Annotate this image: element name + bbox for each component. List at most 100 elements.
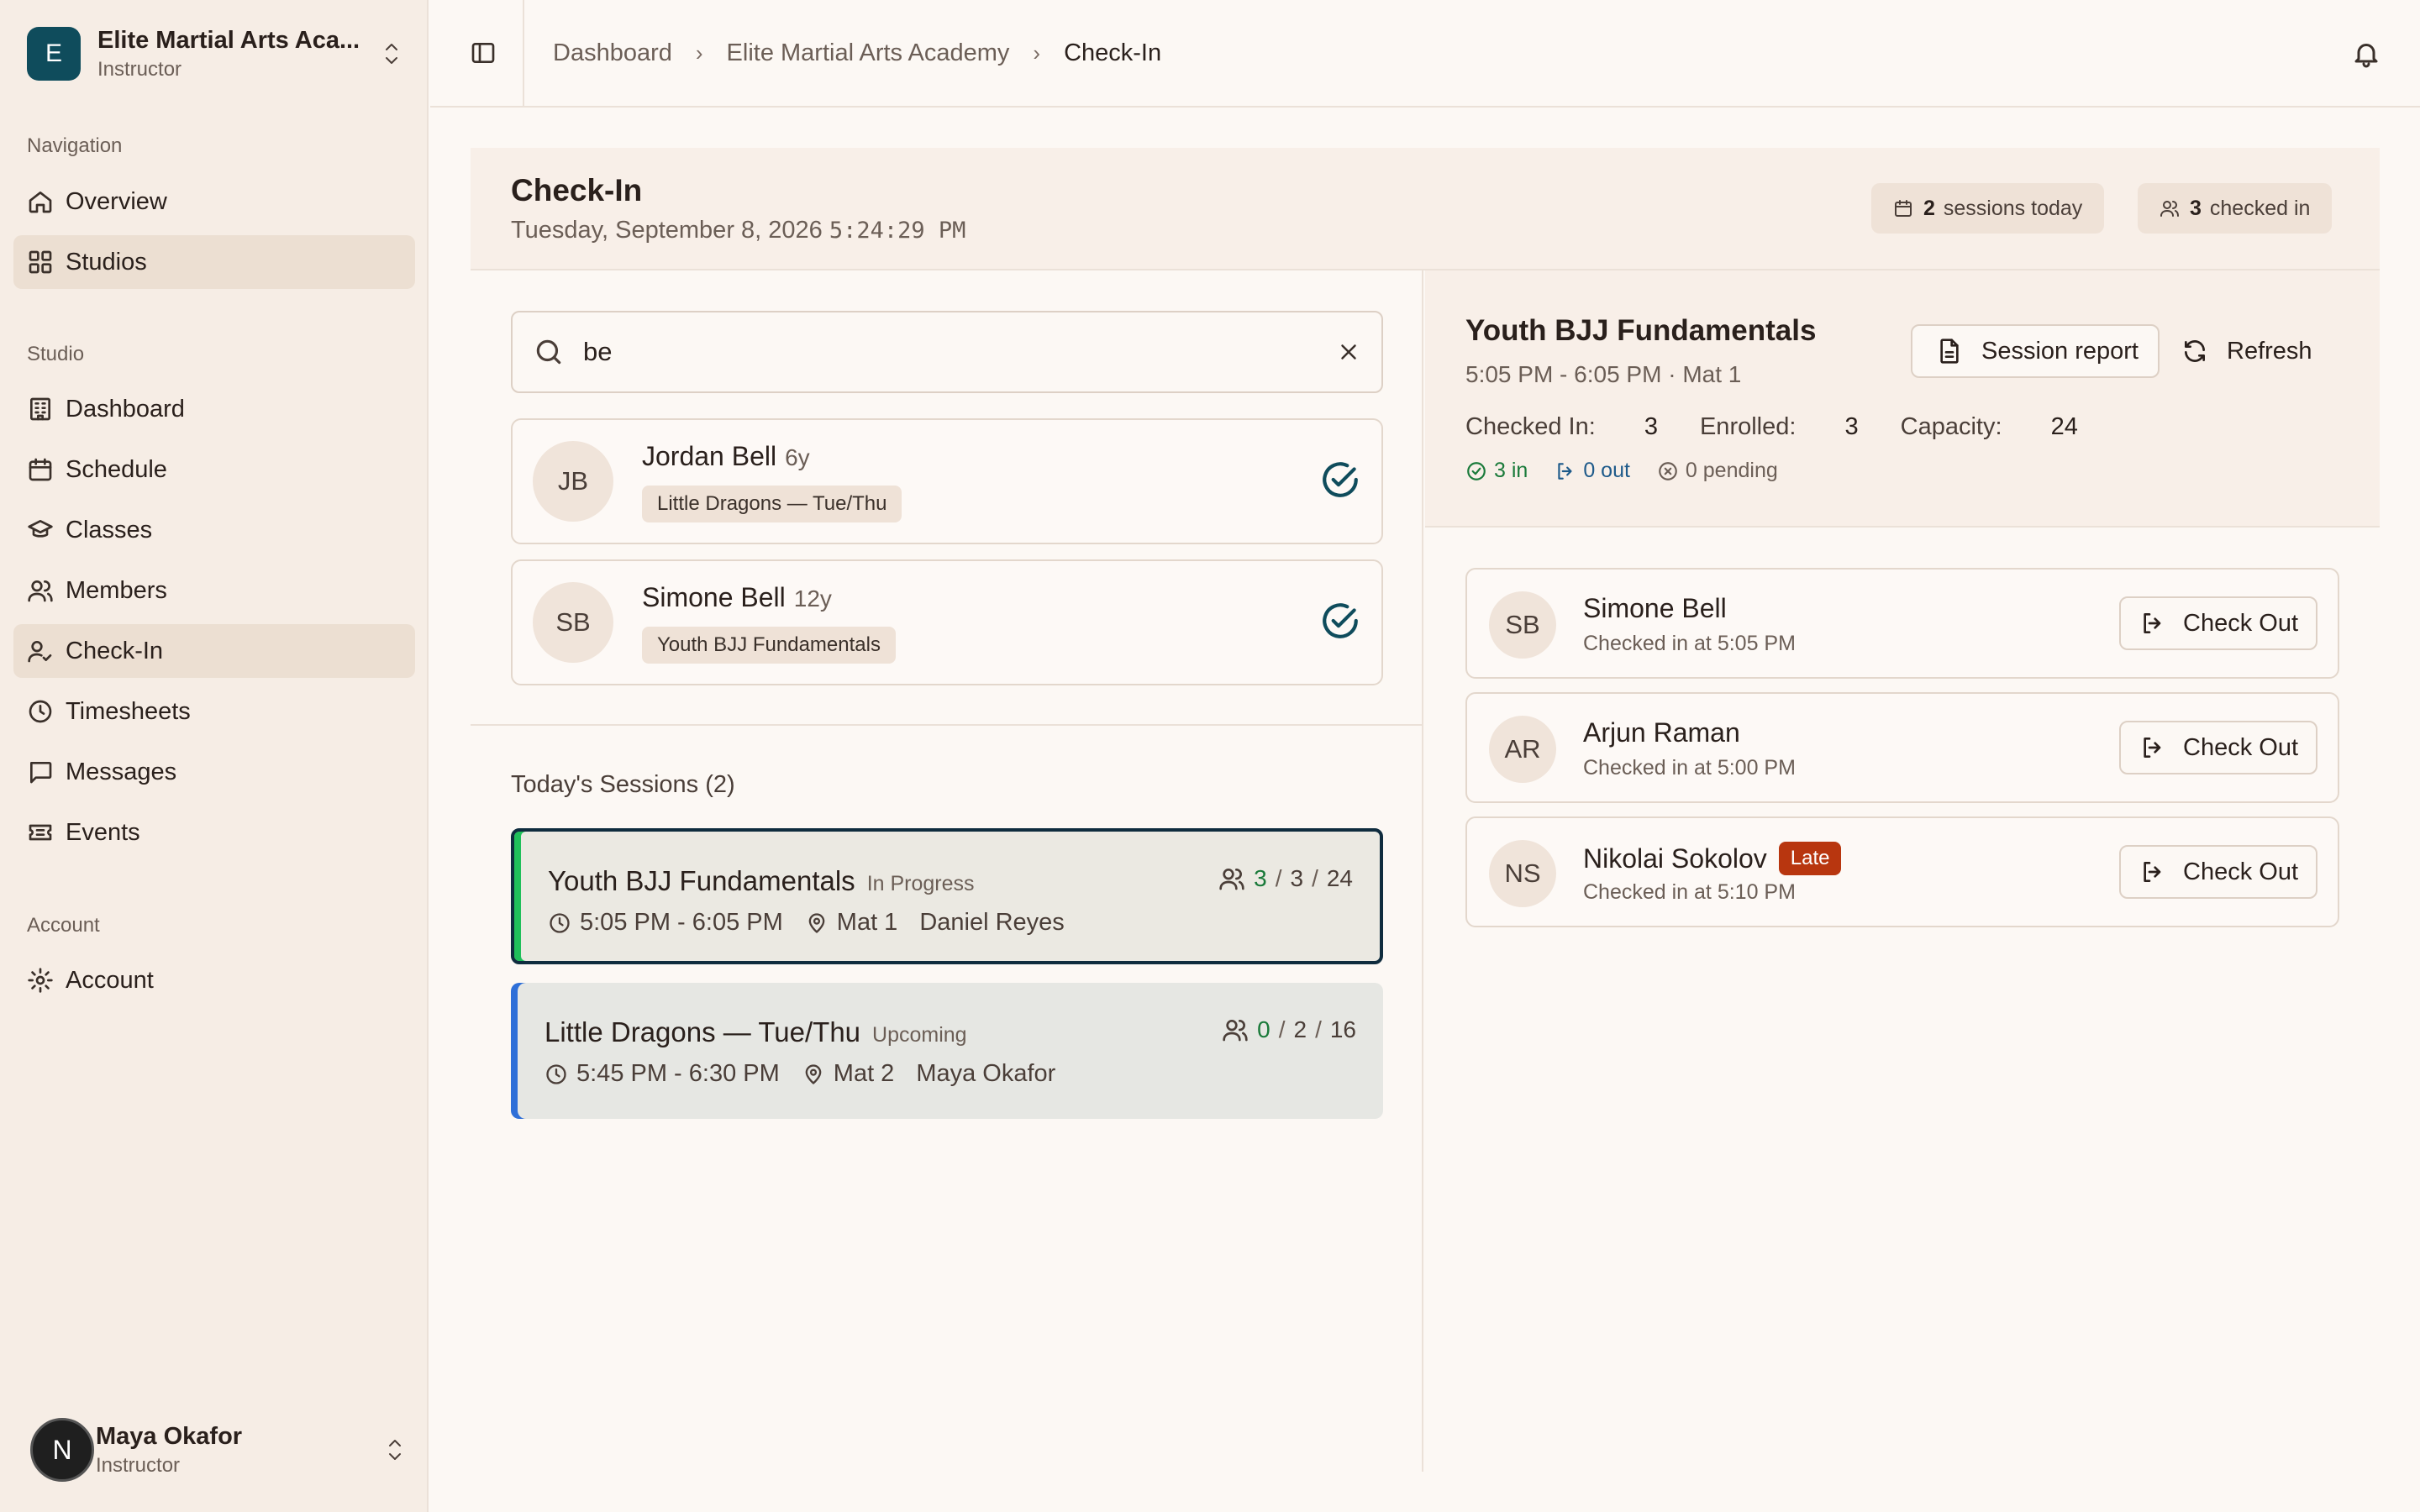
capacity-label: Capacity:: [1900, 413, 2002, 440]
sidebar-item-events[interactable]: Events: [13, 806, 415, 859]
checkin-time: Checked in at 5:05 PM: [1583, 632, 1796, 655]
enrolled-value: 3: [1844, 413, 1859, 440]
session-status: In Progress: [866, 872, 975, 895]
calendar-icon: [1895, 200, 1912, 217]
chevrons-up-down-icon: [386, 44, 397, 64]
log-out-icon: [2144, 613, 2161, 633]
check-out-button[interactable]: Check Out: [2119, 596, 2317, 650]
capacity-count: 24: [1326, 865, 1353, 891]
graduation-cap-icon: [28, 520, 53, 538]
session-instructor: Maya Okafor: [916, 1060, 1056, 1087]
attendee-name: Nikolai Sokolov: [1583, 843, 1767, 874]
check-out-button[interactable]: Check Out: [2119, 845, 2317, 899]
enrolled-label: Enrolled:: [1699, 413, 1797, 440]
checked-count: 3: [2190, 196, 2202, 220]
session-status: Upcoming: [872, 1023, 967, 1047]
sidebar-item-label: Members: [66, 576, 167, 604]
sidebar-toggle-button[interactable]: [444, 0, 524, 106]
session-card[interactable]: Little Dragons — Tue/Thu Upcoming 0/ 2/ 1…: [511, 983, 1383, 1119]
current-date: Tuesday, September 8, 2026: [511, 217, 823, 244]
sidebar-item-account[interactable]: Account: [13, 953, 415, 1007]
current-datetime: Tuesday, September 8, 2026 5:24:29 PM: [511, 217, 965, 244]
chevron-right-icon: ›: [695, 39, 703, 66]
sidebar-item-label: Check-In: [66, 637, 164, 664]
session-report-button[interactable]: Session report: [1911, 324, 2160, 378]
nav-section-label: Navigation: [27, 134, 123, 157]
close-icon[interactable]: [1336, 339, 1361, 365]
account-section-label: Account: [27, 914, 100, 937]
check-circle-icon[interactable]: [1319, 460, 1361, 502]
page-title: Check-In: [511, 173, 643, 207]
user-role: Instructor: [96, 1453, 181, 1477]
map-pin-icon: [808, 912, 825, 933]
current-time: 5:24:29 PM: [829, 218, 966, 244]
sidebar-item-members[interactable]: Members: [13, 564, 415, 617]
org-name: Elite Martial Arts Aca...: [97, 26, 360, 54]
avatar: N: [30, 1418, 94, 1482]
check-out-label: Check Out: [2183, 609, 2298, 637]
class-tag: Youth BJJ Fundamentals: [642, 626, 896, 664]
map-pin-icon: [805, 1063, 822, 1084]
x-circle-icon: [1659, 461, 1677, 480]
avatar: JB: [533, 441, 613, 522]
topbar: Dashboard › Elite Martial Arts Academy ›…: [430, 0, 2420, 108]
log-out-icon: [2144, 862, 2161, 882]
refresh-button[interactable]: Refresh: [2181, 324, 2312, 378]
ticket-icon: [29, 824, 52, 841]
home-icon: [29, 192, 52, 213]
breadcrumb-dashboard[interactable]: Dashboard: [553, 39, 672, 67]
session-detail-panel: Youth BJJ Fundamentals 5:05 PM - 6:05 PM…: [1425, 270, 2380, 1472]
sidebar-item-check-in[interactable]: Check-In: [13, 624, 415, 678]
capacity-value: 24: [2050, 413, 2078, 440]
sidebar-item-dashboard[interactable]: Dashboard: [13, 382, 415, 436]
sidebar-item-messages[interactable]: Messages: [13, 745, 415, 799]
bell-icon[interactable]: [2351, 39, 2381, 69]
users-icon: [1223, 1020, 1248, 1042]
member-name: Simone Bell: [642, 581, 786, 612]
sidebar-item-overview[interactable]: Overview: [13, 175, 415, 228]
attendee-name: Arjun Raman: [1583, 717, 1740, 748]
session-card-selected[interactable]: Youth BJJ Fundamentals In Progress 3/ 3/ …: [511, 828, 1383, 964]
class-tag: Little Dragons — Tue/Thu: [642, 485, 902, 522]
refresh-label: Refresh: [2227, 337, 2312, 365]
search-result-item[interactable]: JB Jordan Bell 6y Little Dragons — Tue/Th…: [511, 418, 1383, 544]
checked-in-badge: 3 checked in: [2138, 183, 2333, 234]
clock-icon: [550, 912, 570, 933]
attendee-row: NS Nikolai Sokolov Late Checked in at 5:1…: [1465, 816, 2339, 927]
sidebar-item-schedule[interactable]: Schedule: [13, 443, 415, 496]
sidebar-item-timesheets[interactable]: Timesheets: [13, 685, 415, 738]
message-icon: [30, 762, 52, 784]
breadcrumb-academy[interactable]: Elite Martial Arts Academy: [727, 39, 1010, 67]
search-input[interactable]: [583, 337, 1336, 367]
session-meta: 5:05 PM - 6:05 PM Mat 1 Daniel Reyes: [548, 909, 1065, 937]
clock-icon: [546, 1063, 566, 1084]
checkin-time: Checked in at 5:10 PM: [1583, 880, 1796, 904]
check-out-button[interactable]: Check Out: [2119, 721, 2317, 774]
log-out-icon: [2144, 738, 2161, 758]
user-menu[interactable]: N Maya Okafor Instructor: [30, 1416, 405, 1483]
panel-left-icon: [471, 43, 495, 63]
sidebar-item-label: Classes: [66, 516, 153, 543]
studio-section-label: Studio: [27, 343, 85, 365]
refresh-icon: [2185, 340, 2205, 362]
attendee-name: Simone Bell: [1583, 593, 1727, 623]
user-check-icon: [28, 641, 52, 663]
check-circle-icon[interactable]: [1319, 601, 1361, 643]
sidebar-item-classes[interactable]: Classes: [13, 503, 415, 557]
file-text-icon: [1940, 339, 1959, 364]
sidebar-item-studios[interactable]: Studios: [13, 235, 415, 289]
checked-in-label: Checked In:: [1465, 413, 1596, 440]
calendar-icon: [29, 458, 52, 481]
breadcrumb: Dashboard › Elite Martial Arts Academy ›…: [553, 39, 1161, 67]
session-attendance: 3/ 3/ 24: [1218, 865, 1353, 892]
checked-label: checked in: [2209, 196, 2311, 220]
checkin-left-panel: JB Jordan Bell 6y Little Dragons — Tue/Th…: [471, 270, 1423, 1472]
checked-in-value: 3: [1644, 413, 1658, 440]
session-time: 5:45 PM - 6:30 PM: [576, 1060, 780, 1087]
sidebar-item-label: Overview: [66, 187, 167, 215]
search-result-item[interactable]: SB Simone Bell 12y Youth BJJ Fundamentals: [511, 559, 1383, 685]
checkin-time: Checked in at 5:00 PM: [1583, 756, 1796, 780]
session-name: Youth BJJ Fundamentals: [548, 865, 855, 896]
pending-count-text: 0 pending: [1685, 459, 1778, 482]
org-switcher[interactable]: E Elite Martial Arts Aca... Instructor: [27, 25, 402, 82]
